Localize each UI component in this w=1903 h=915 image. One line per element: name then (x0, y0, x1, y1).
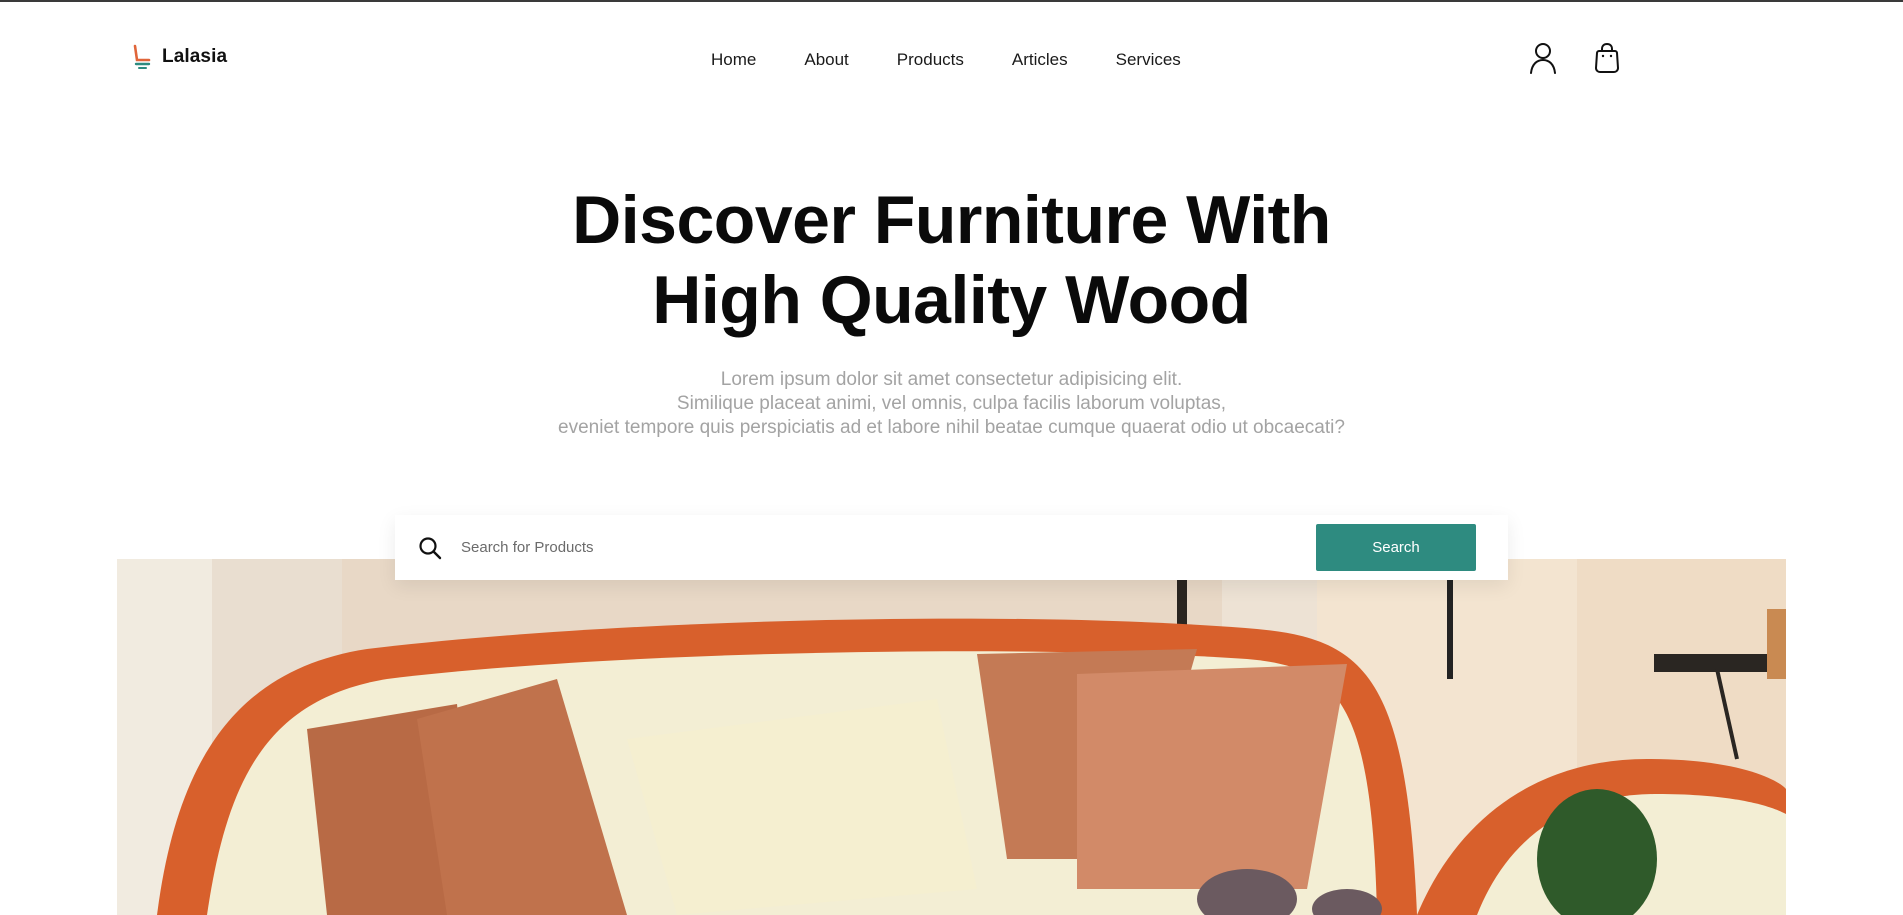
hero-title-line: Discover Furniture With (572, 182, 1331, 258)
hero-title: Discover Furniture With High Quality Woo… (0, 180, 1903, 340)
hero-title-line: High Quality Wood (652, 262, 1251, 338)
shopping-bag-icon[interactable] (1592, 41, 1622, 75)
product-search-bar: Search (395, 515, 1508, 580)
nav-item-products[interactable]: Products (897, 50, 964, 70)
search-icon (417, 535, 443, 561)
search-button[interactable]: Search (1316, 524, 1476, 571)
main-nav: Home About Products Articles Services (711, 50, 1181, 70)
search-input[interactable] (459, 538, 1303, 557)
brand[interactable]: Lalasia (131, 44, 227, 70)
nav-item-home[interactable]: Home (711, 50, 756, 70)
chair-logo-icon (131, 44, 151, 70)
hero-sofa-image (117, 559, 1786, 915)
nav-item-about[interactable]: About (804, 50, 848, 70)
header-actions (1528, 41, 1622, 75)
hero-subtitle: Lorem ipsum dolor sit amet consectetur a… (0, 368, 1903, 440)
nav-item-articles[interactable]: Articles (1012, 50, 1068, 70)
hero-subtitle-line: eveniet tempore quis perspiciatis ad et … (558, 417, 1345, 438)
brand-name: Lalasia (162, 46, 228, 67)
hero-subtitle-line: Similique placeat animi, vel omnis, culp… (676, 393, 1227, 414)
hero-subtitle-line: Lorem ipsum dolor sit amet consectetur a… (720, 369, 1183, 390)
user-icon[interactable] (1528, 41, 1558, 75)
nav-item-services[interactable]: Services (1116, 50, 1181, 70)
